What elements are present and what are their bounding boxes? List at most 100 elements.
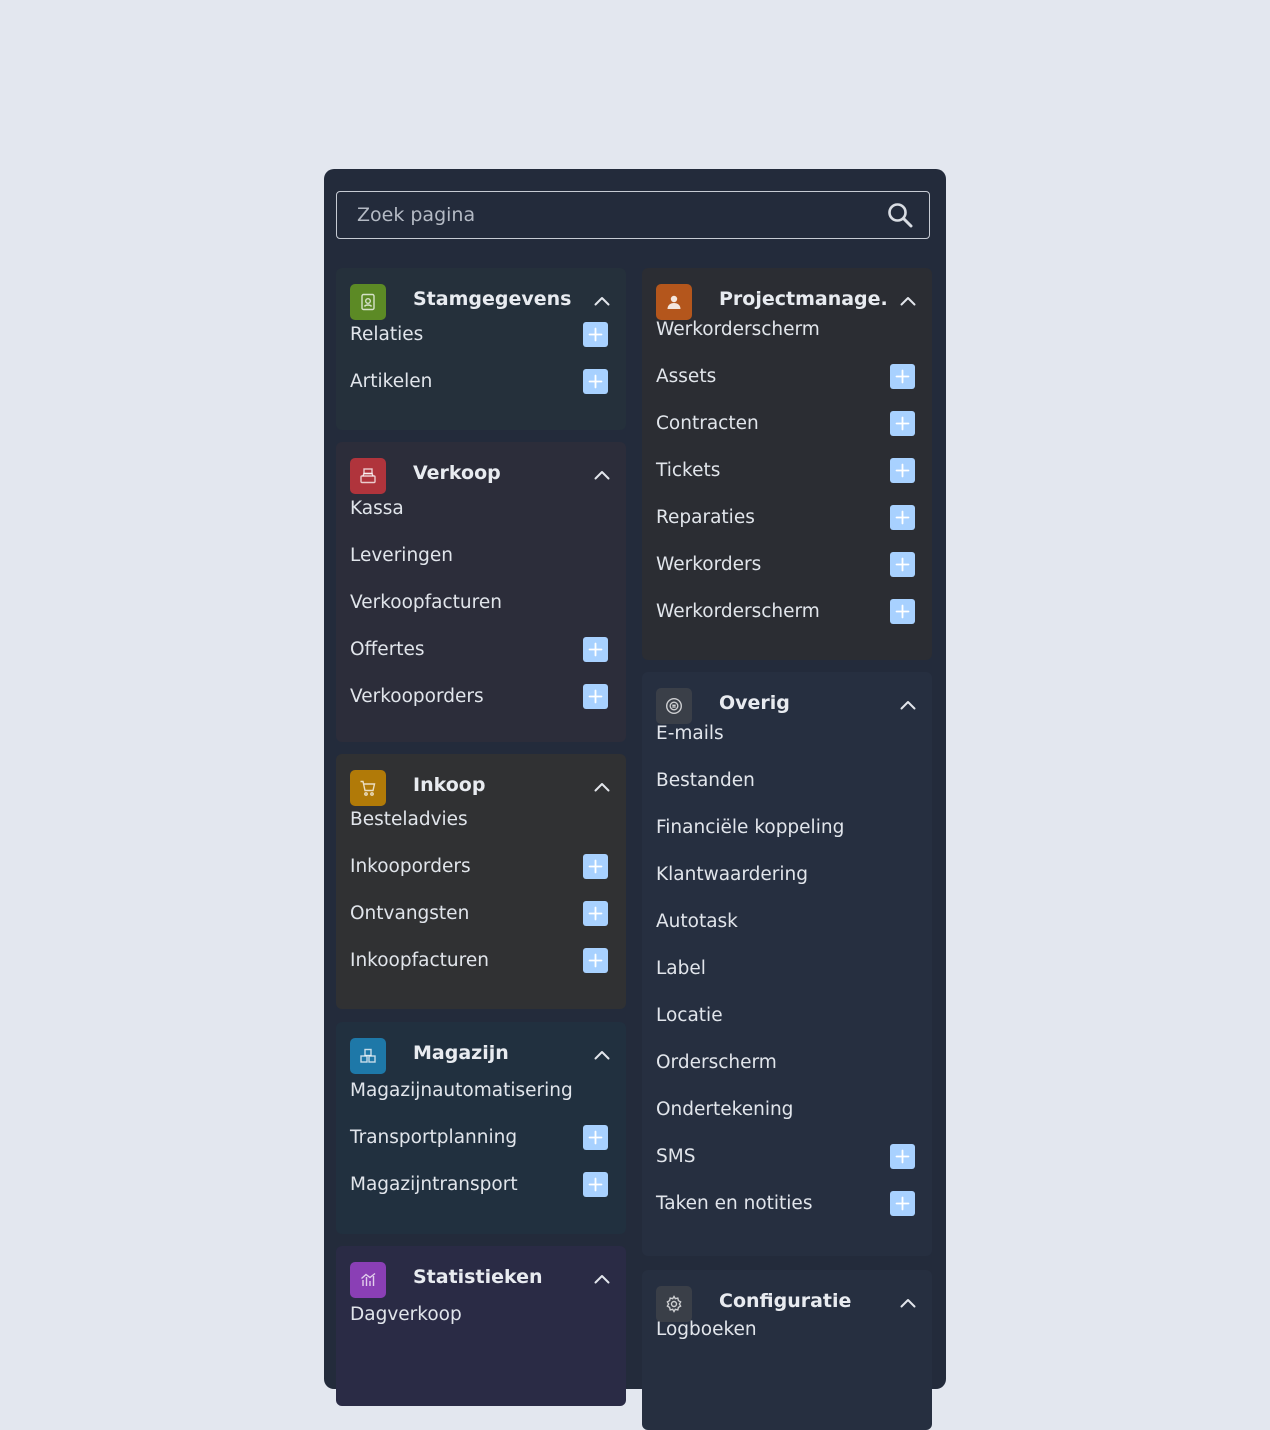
section-statistieken: Statistieken Dagverkoop xyxy=(336,1246,626,1406)
menu-item-kassa[interactable]: Kassa xyxy=(336,485,626,532)
plus-icon xyxy=(588,953,603,968)
search-box xyxy=(336,191,930,239)
menu-item-label: Transportplanning xyxy=(350,1127,518,1148)
add-button[interactable] xyxy=(583,1172,608,1197)
menu-item-relaties[interactable]: Relaties xyxy=(336,311,626,358)
plus-icon xyxy=(588,689,603,704)
menu-item-ondertekening[interactable]: Ondertekening xyxy=(642,1086,932,1133)
menu-item-logboeken[interactable]: Logboeken xyxy=(642,1306,932,1353)
search-icon[interactable] xyxy=(887,202,913,228)
add-button[interactable] xyxy=(890,458,915,483)
menu-item-besteladvies[interactable]: Besteladvies xyxy=(336,796,626,843)
menu-item-verkoopfacturen[interactable]: Verkoopfacturen xyxy=(336,579,626,626)
menu-item-label: Ontvangsten xyxy=(350,903,470,924)
menu-item-artikelen[interactable]: Artikelen xyxy=(336,358,626,405)
menu-item-locatie[interactable]: Locatie xyxy=(642,992,932,1039)
plus-icon xyxy=(588,327,603,342)
menu-item-autotask[interactable]: Autotask xyxy=(642,898,932,945)
chevron-up-icon[interactable] xyxy=(592,1271,612,1287)
chevron-up-icon[interactable] xyxy=(592,467,612,483)
menu-item-offertes[interactable]: Offertes xyxy=(336,626,626,673)
add-button[interactable] xyxy=(890,552,915,577)
menu-item-dagverkoop[interactable]: Dagverkoop xyxy=(336,1291,626,1338)
plus-icon xyxy=(588,1177,603,1192)
add-button[interactable] xyxy=(583,684,608,709)
plus-icon xyxy=(895,369,910,384)
menu-item-sms[interactable]: SMS xyxy=(642,1133,932,1180)
menu-item-label: Dagverkoop xyxy=(350,1304,462,1325)
chevron-up-icon[interactable] xyxy=(592,1047,612,1063)
menu-item-label: Assets xyxy=(656,366,717,387)
menu-item-leveringen[interactable]: Leveringen xyxy=(336,532,626,579)
menu-item-bestanden[interactable]: Bestanden xyxy=(642,757,932,804)
menu-item-orderscherm[interactable]: Orderscherm xyxy=(642,1039,932,1086)
menu-item-klantwaardering[interactable]: Klantwaardering xyxy=(642,851,932,898)
menu-item-inkooporders[interactable]: Inkooporders xyxy=(336,843,626,890)
add-button[interactable] xyxy=(890,411,915,436)
menu-item-verkooporders[interactable]: Verkooporders xyxy=(336,673,626,720)
section-verkoop: Verkoop Kassa Leveringen Verkoopfacturen Off… xyxy=(336,442,626,742)
add-button[interactable] xyxy=(583,854,608,879)
search-input[interactable] xyxy=(337,192,877,237)
menu-item-tickets[interactable]: Tickets xyxy=(642,447,932,494)
menu-item-e-mails[interactable]: E-mails xyxy=(642,710,932,757)
menu-item-inkoopfacturen[interactable]: Inkoopfacturen xyxy=(336,937,626,984)
add-button[interactable] xyxy=(890,599,915,624)
menu-item-label: Ondertekening xyxy=(656,1099,794,1120)
add-button[interactable] xyxy=(890,505,915,530)
section-overig: Overig E-mails Bestanden Financiële koppeli… xyxy=(642,672,932,1256)
menu-item-label: Inkooporders xyxy=(350,856,471,877)
menu-item-assets[interactable]: Assets xyxy=(642,353,932,400)
add-button[interactable] xyxy=(890,364,915,389)
menu-item-label: Locatie xyxy=(656,1005,723,1026)
chevron-up-icon[interactable] xyxy=(592,293,612,309)
menu-item-reparaties[interactable]: Reparaties xyxy=(642,494,932,541)
menu-item-ontvangsten[interactable]: Ontvangsten xyxy=(336,890,626,937)
add-button[interactable] xyxy=(583,369,608,394)
menu-item-label: Orderscherm xyxy=(656,1052,777,1073)
menu-item-label: Label xyxy=(656,958,706,979)
menu-item-label: Reparaties xyxy=(656,507,755,528)
plus-icon xyxy=(895,557,910,572)
menu-item-label[interactable]: Label xyxy=(642,945,932,992)
menu-item-label: Werkorders xyxy=(656,554,762,575)
plus-icon xyxy=(895,416,910,431)
menu-item-label: E-mails xyxy=(656,723,724,744)
menu-item-taken-en-notities[interactable]: Taken en notities xyxy=(642,1180,932,1227)
plus-icon xyxy=(588,906,603,921)
menu-item-werkorders[interactable]: Werkorders xyxy=(642,541,932,588)
menu-item-label: Werkorderscherm xyxy=(656,319,820,340)
plus-icon xyxy=(895,604,910,619)
menu-item-transportplanning[interactable]: Transportplanning xyxy=(336,1114,626,1161)
menu-item-werkorderscherm[interactable]: Werkorderscherm xyxy=(642,306,932,353)
menu-item-label: Offertes xyxy=(350,639,425,660)
section-stamgegevens: Stamgegevens Relaties Artikelen xyxy=(336,268,626,430)
add-button[interactable] xyxy=(890,1144,915,1169)
plus-icon xyxy=(895,510,910,525)
menu-item-magazijnautomatisering[interactable]: Magazijnautomatisering xyxy=(336,1067,626,1114)
add-button[interactable] xyxy=(583,901,608,926)
add-button[interactable] xyxy=(583,1125,608,1150)
menu-item-label: Contracten xyxy=(656,413,759,434)
menu-item-label: Financiële koppeling xyxy=(656,817,845,838)
menu-item-label: Bestanden xyxy=(656,770,755,791)
add-button[interactable] xyxy=(583,322,608,347)
section-title: Stamgegevens xyxy=(413,288,572,310)
menu-item-magazijntransport[interactable]: Magazijntransport xyxy=(336,1161,626,1208)
plus-icon xyxy=(588,374,603,389)
menu-item-contracten[interactable]: Contracten xyxy=(642,400,932,447)
menu-item-financiële-koppeling[interactable]: Financiële koppeling xyxy=(642,804,932,851)
menu-item-label: Relaties xyxy=(350,324,424,345)
plus-icon xyxy=(895,1149,910,1164)
menu-item-label: Verkooporders xyxy=(350,686,484,707)
menu-item-label: Artikelen xyxy=(350,371,433,392)
menu-item-label: Verkoopfacturen xyxy=(350,592,502,613)
menu-item-label: Inkoopfacturen xyxy=(350,950,489,971)
add-button[interactable] xyxy=(890,1191,915,1216)
add-button[interactable] xyxy=(583,948,608,973)
add-button[interactable] xyxy=(583,637,608,662)
menu-item-werkorderscherm[interactable]: Werkorderscherm xyxy=(642,588,932,635)
chevron-up-icon[interactable] xyxy=(592,779,612,795)
menu-item-label: Taken en notities xyxy=(656,1193,813,1214)
menu-panel: Stamgegevens Relaties Artikelen Verkoop Kass… xyxy=(324,169,946,1430)
